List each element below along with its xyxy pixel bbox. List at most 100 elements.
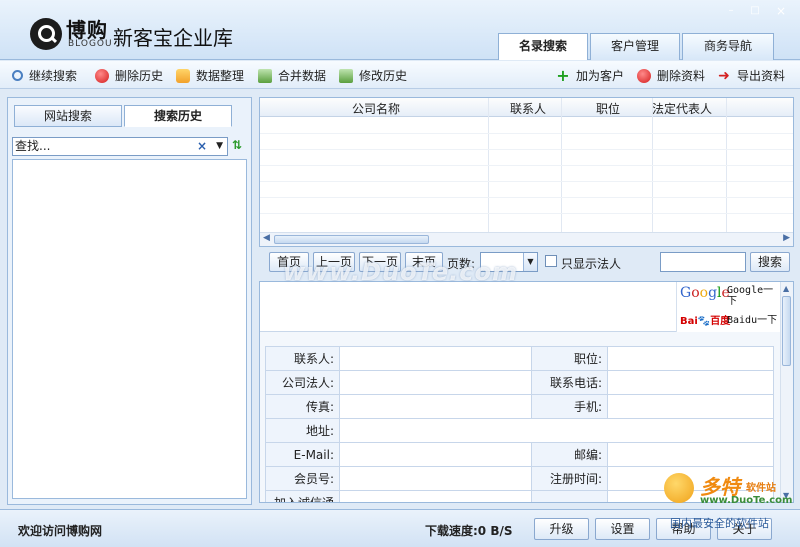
tab-website-search[interactable]: 网站搜索 (14, 105, 122, 127)
history-search-input[interactable]: 查找... × ▼ (12, 137, 228, 156)
delete-record-label: 删除资料 (657, 69, 706, 83)
title-bar: 博购 BLOGOU 新客宝企业库 – □ × 名录搜索 客户管理 商务导航 (0, 0, 800, 60)
column-contact[interactable]: 联系人 (510, 100, 546, 117)
extra-label (531, 490, 608, 502)
grid-header: 公司名称 联系人 职位 法定代表人 (260, 98, 793, 117)
contact-value (339, 346, 532, 371)
tab-directory-search[interactable]: 名录搜索 (498, 33, 588, 60)
logo-magnifier-icon (30, 18, 62, 50)
scroll-left-icon[interactable]: ◀ (263, 233, 270, 243)
export-record-button[interactable]: ➜ 导出资料 (717, 67, 785, 84)
logo-subtext: BLOGOU (68, 39, 113, 49)
watermark-site: www.DuoTe.com (700, 495, 793, 506)
tab-business-navigation[interactable]: 商务导航 (682, 33, 774, 60)
watermark-brand-sub: 软件站 (746, 483, 776, 494)
zipcode-label: 邮编: (531, 442, 608, 467)
mobile-label: 手机: (531, 394, 608, 419)
history-list[interactable] (12, 159, 247, 499)
watermark-tagline: 国内最安全的软件站 (670, 517, 769, 530)
chevron-down-icon[interactable]: ▼ (216, 138, 223, 155)
zipcode-value (607, 442, 774, 467)
scroll-right-icon[interactable]: ▶ (783, 233, 790, 243)
app-title: 新客宝企业库 (113, 26, 233, 50)
add-customer-label: 加为客户 (576, 69, 625, 83)
fax-label: 传真: (265, 394, 340, 419)
scrollbar-thumb[interactable] (274, 235, 429, 244)
member-id-value (339, 466, 532, 491)
register-time-label: 注册时间: (531, 466, 608, 491)
merge-data-label: 合并数据 (278, 69, 327, 83)
left-panel: 网站搜索 搜索历史 查找... × ▼ ⇅ (7, 97, 252, 505)
results-grid[interactable]: 公司名称 联系人 职位 法定代表人 ◀ ▶ (259, 97, 794, 247)
show-legal-checkbox[interactable] (545, 255, 557, 267)
export-arrow-icon: ➜ (718, 67, 730, 84)
column-position[interactable]: 职位 (596, 100, 620, 117)
trust-join-label: 加入诚信通 (265, 490, 340, 502)
delete-history-label: 删除历史 (115, 69, 164, 83)
welcome-text: 欢迎访问博购网 (18, 524, 103, 538)
scroll-up-icon[interactable]: ▲ (783, 284, 789, 293)
delete-history-button[interactable]: 删除历史 (95, 67, 163, 84)
minimize-button[interactable]: – (722, 4, 740, 18)
member-id-label: 会员号: (265, 466, 340, 491)
merge-data-button[interactable]: 合并数据 (258, 67, 326, 84)
delete-record-button[interactable]: 删除资料 (637, 67, 705, 84)
delete-icon (95, 68, 109, 83)
scrollbar-thumb[interactable] (782, 296, 791, 366)
keyword-input[interactable] (660, 252, 746, 272)
grid-horizontal-scrollbar[interactable]: ◀ ▶ (260, 232, 793, 246)
search-icon (12, 70, 23, 81)
export-record-label: 导出资料 (737, 69, 786, 83)
mobile-value (607, 394, 774, 419)
show-legal-label: 只显示法人 (561, 257, 622, 271)
organize-data-button[interactable]: 数据整理 (176, 67, 244, 84)
sort-icon[interactable]: ⇅ (232, 138, 242, 152)
legal-person-label: 公司法人: (265, 370, 340, 395)
fax-value (339, 394, 532, 419)
continue-search-label: 继续搜索 (29, 69, 78, 83)
clear-icon[interactable]: × (197, 138, 207, 155)
google-logo[interactable]: Google (680, 285, 730, 301)
search-button[interactable]: 搜索 (750, 252, 790, 272)
settings-button[interactable]: 设置 (595, 518, 650, 540)
column-company-name[interactable]: 公司名称 (352, 100, 400, 117)
web-content-area: Google Google一下 Bai🐾百度 Baidu一下 (260, 282, 782, 332)
tab-customer-management[interactable]: 客户管理 (590, 33, 680, 60)
email-label: E-Mail: (265, 442, 340, 467)
folder-icon (176, 68, 190, 83)
upgrade-button[interactable]: 升级 (534, 518, 589, 540)
baidu-search-link[interactable]: Baidu一下 (727, 315, 777, 326)
trust-join-value (339, 490, 532, 502)
edit-history-label: 修改历史 (359, 69, 408, 83)
watermark-text: www.DuoTe.com (283, 258, 518, 286)
legal-person-value (339, 370, 532, 395)
add-customer-button[interactable]: + 加为客户 (556, 67, 624, 84)
address-label: 地址: (265, 418, 340, 443)
close-button[interactable]: × (772, 4, 790, 18)
continue-search-button[interactable]: 继续搜索 (12, 67, 77, 84)
baidu-logo[interactable]: Bai🐾百度 (680, 312, 730, 327)
phone-value (607, 370, 774, 395)
google-search-link[interactable]: Google一下 (727, 285, 779, 307)
chevron-down-icon: ▼ (523, 253, 537, 271)
delete-icon (637, 68, 651, 83)
main-tabs: 名录搜索 客户管理 商务导航 (498, 33, 774, 60)
search-engine-box: Google Google一下 Bai🐾百度 Baidu一下 (676, 282, 781, 332)
column-legal-rep[interactable]: 法定代表人 (652, 100, 712, 117)
email-value (339, 442, 532, 467)
database-edit-icon (339, 68, 353, 83)
database-icon (258, 68, 272, 83)
position-value (607, 346, 774, 371)
history-search-value: 查找... (15, 139, 51, 153)
left-panel-tabs: 网站搜索 搜索历史 (14, 105, 232, 127)
contact-label: 联系人: (265, 346, 340, 371)
maximize-button[interactable]: □ (746, 4, 764, 18)
tab-search-history[interactable]: 搜索历史 (124, 105, 232, 127)
organize-data-label: 数据整理 (196, 69, 245, 83)
edit-history-button[interactable]: 修改历史 (339, 67, 407, 84)
toolbar: 继续搜索 删除历史 数据整理 合并数据 修改历史 + 加为客户 删除资料 ➜ 导… (0, 61, 800, 89)
position-label: 职位: (531, 346, 608, 371)
mascot-icon (664, 473, 694, 503)
site-watermark: 多特 软件站 www.DuoTe.com 国内最安全的软件站 (660, 465, 800, 545)
address-value (339, 418, 774, 443)
